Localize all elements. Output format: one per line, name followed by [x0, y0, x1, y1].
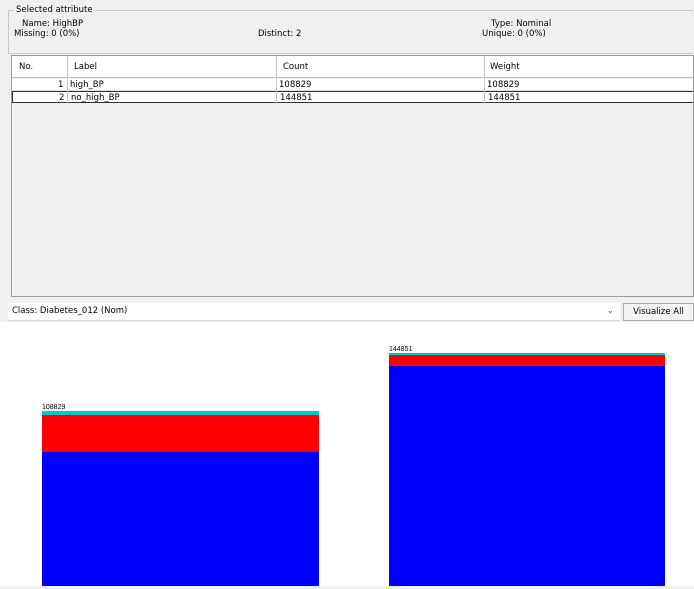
class-bar: Class: Diabetes_012 (Nom) ⌄ Visualize Al… [0, 303, 694, 321]
class-distribution-chart: 108829 144851 [0, 322, 694, 586]
row-weight: 108829 [487, 80, 520, 90]
visualize-all-button[interactable]: Visualize All [623, 303, 694, 321]
selected-attribute-legend: Selected attribute [14, 5, 95, 15]
row-count: 144851 [280, 93, 313, 103]
bar-segment-high_BP-2 [42, 410, 319, 416]
bar-total-label: 144851 [389, 346, 412, 353]
column-divider [484, 56, 485, 104]
row-no: 1 [58, 80, 64, 90]
column-header-weight[interactable]: Weight [490, 62, 520, 72]
table-row[interactable]: 2 no_high_BP 144851 144851 [12, 91, 693, 103]
row-weight: 144851 [488, 93, 521, 103]
row-count: 108829 [279, 80, 312, 90]
bar-segment-no_high_BP-1 [389, 355, 665, 366]
bar-segment-high_BP-0 [42, 452, 319, 586]
row-no: 2 [59, 93, 65, 103]
column-header-count[interactable]: Count [283, 62, 308, 72]
bar-segment-no_high_BP-0 [389, 365, 665, 586]
table-row[interactable]: 1 high_BP 108829 108829 [12, 79, 693, 91]
column-divider [67, 56, 68, 104]
attribute-distinct: Distinct: 2 [258, 29, 302, 39]
table-header: No. Label Count Weight [12, 56, 693, 78]
bar-total-label: 108829 [42, 404, 65, 411]
attribute-type: Type: Nominal [491, 19, 552, 29]
class-dropdown-value: Class: Diabetes_012 (Nom) [12, 306, 128, 316]
bar-segment-high_BP-1 [42, 415, 319, 453]
column-divider [276, 56, 277, 104]
row-label: high_BP [70, 80, 104, 90]
row-label: no_high_BP [71, 93, 120, 103]
chart-svg: 108829 144851 [42, 346, 665, 586]
bar-segment-no_high_BP-2 [389, 353, 665, 356]
attribute-missing: Missing: 0 (0%) [14, 29, 80, 39]
class-dropdown[interactable]: Class: Diabetes_012 (Nom) ⌄ [8, 303, 620, 321]
selected-attribute-panel: Selected attribute Name: HighBP Missing:… [8, 5, 693, 54]
attribute-name: Name: HighBP [22, 19, 84, 29]
label-count-table[interactable]: No. Label Count Weight 1 high_BP 108829 … [11, 55, 694, 297]
column-header-label[interactable]: Label [74, 62, 97, 72]
attribute-unique: Unique: 0 (0%) [482, 29, 546, 39]
column-header-no[interactable]: No. [19, 62, 33, 72]
chevron-down-icon[interactable]: ⌄ [606, 306, 614, 316]
